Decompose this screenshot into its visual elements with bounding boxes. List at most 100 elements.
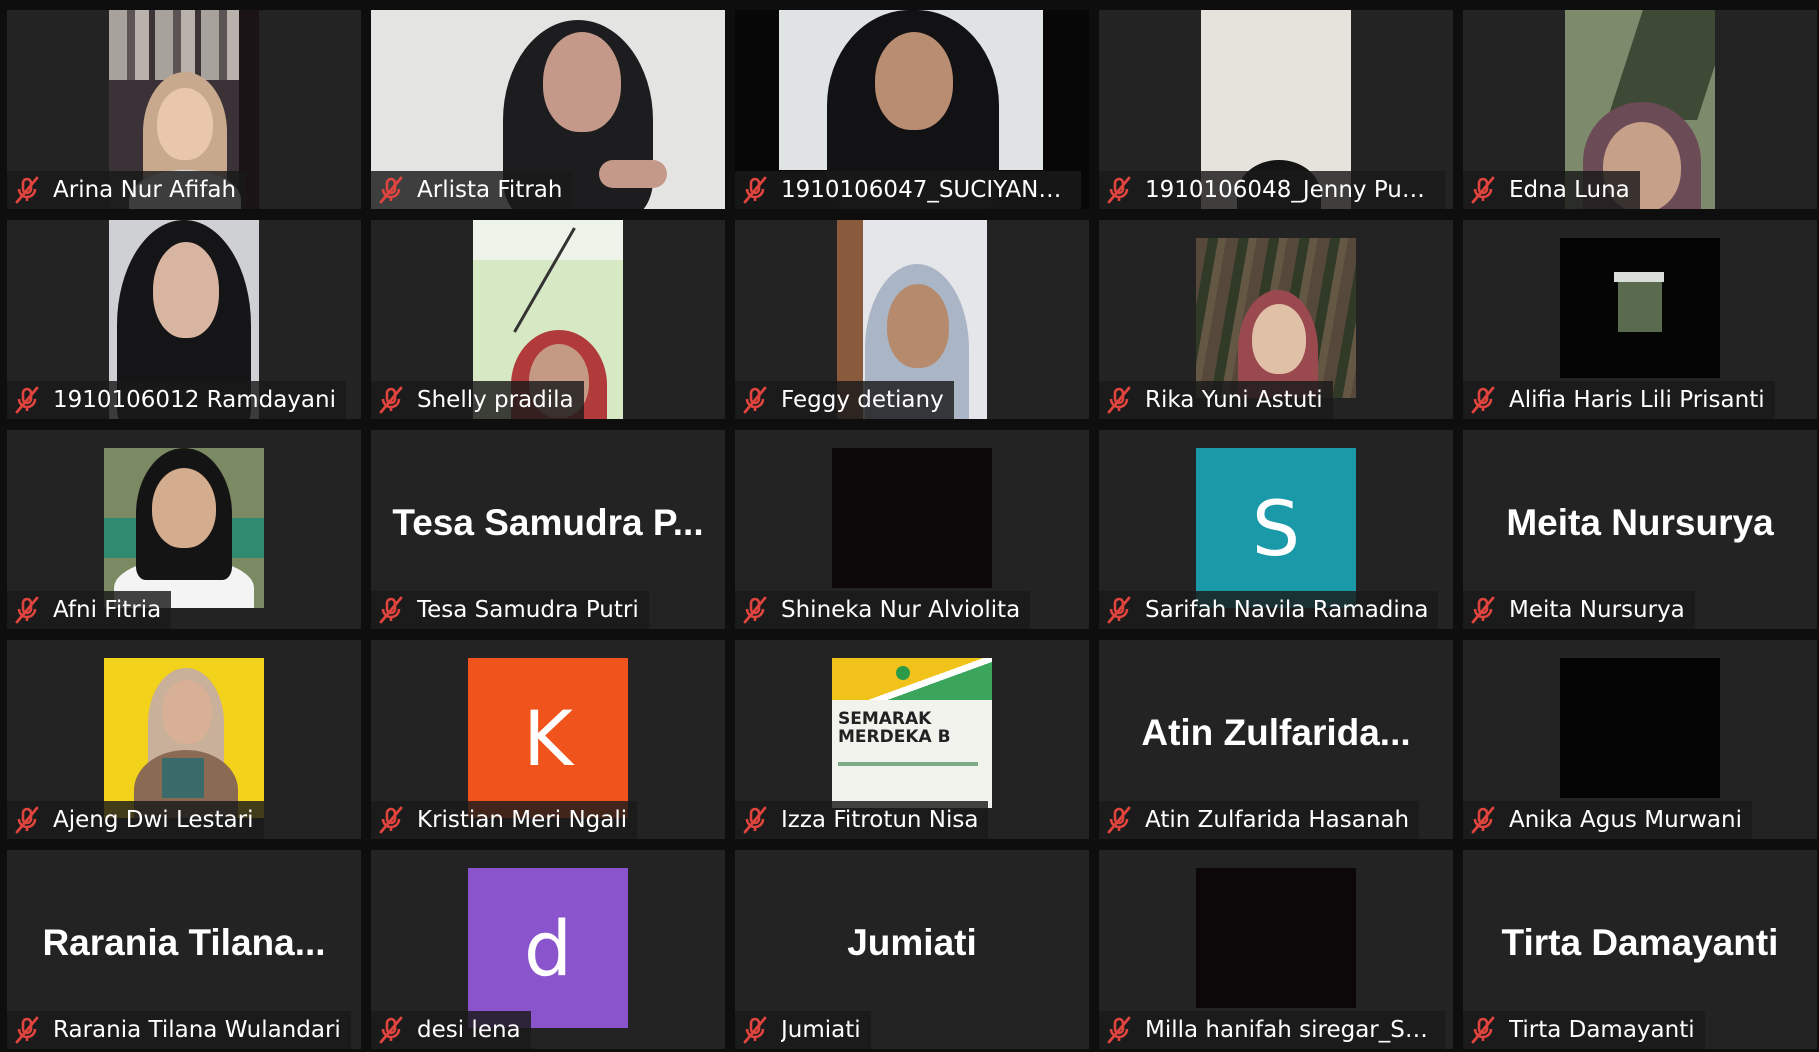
participant-name: Shineka Nur Alviolita bbox=[781, 597, 1021, 623]
participant-tile[interactable]: Feggy detiany bbox=[735, 220, 1089, 419]
microphone-muted-icon bbox=[1469, 806, 1497, 834]
participant-name-label: desi lena bbox=[371, 1011, 531, 1049]
microphone-muted-icon bbox=[741, 806, 769, 834]
participant-name-label: Edna Luna bbox=[1463, 171, 1640, 209]
participant-tile[interactable]: Meita Nursurya Meita Nursurya bbox=[1463, 430, 1817, 629]
participant-name: Milla hanifah siregar_S1 ... bbox=[1145, 1017, 1435, 1043]
participant-avatar: S bbox=[1196, 448, 1356, 608]
microphone-muted-icon bbox=[377, 386, 405, 414]
avatar-letter: S bbox=[1251, 483, 1301, 573]
participant-name-label: Shelly pradila bbox=[371, 381, 584, 419]
participant-name: Atin Zulfarida Hasanah bbox=[1145, 807, 1410, 833]
participant-tile[interactable]: Rika Yuni Astuti bbox=[1099, 220, 1453, 419]
microphone-muted-icon bbox=[13, 176, 41, 204]
participant-tile[interactable]: Tesa Samudra P... Tesa Samudra Putri bbox=[371, 430, 725, 629]
poster-banner bbox=[832, 658, 992, 700]
participant-name: Tirta Damayanti bbox=[1509, 1017, 1695, 1043]
participant-tile[interactable]: Alifia Haris Lili Prisanti bbox=[1463, 220, 1817, 419]
participant-name: Alifia Haris Lili Prisanti bbox=[1509, 387, 1765, 413]
microphone-muted-icon bbox=[377, 596, 405, 624]
participant-avatar: d bbox=[468, 868, 628, 1028]
participant-tile[interactable]: Edna Luna bbox=[1463, 10, 1817, 209]
participant-name: Rika Yuni Astuti bbox=[1145, 387, 1323, 413]
microphone-muted-icon bbox=[1469, 386, 1497, 414]
poster-text: SEMARAK MERDEKA B bbox=[838, 709, 951, 747]
participant-tile[interactable]: Milla hanifah siregar_S1 ... bbox=[1099, 850, 1453, 1049]
participant-tile[interactable]: S Sarifah Navila Ramadina bbox=[1099, 430, 1453, 629]
participant-video bbox=[1560, 658, 1720, 798]
participant-name-label: Anika Agus Murwani bbox=[1463, 801, 1752, 839]
participant-name: Meita Nursurya bbox=[1509, 597, 1685, 623]
participant-name: Edna Luna bbox=[1509, 177, 1630, 203]
participant-display-name: Rarania Tilana... bbox=[42, 922, 326, 963]
microphone-muted-icon bbox=[377, 1016, 405, 1044]
participant-name: Arlista Fitrah bbox=[417, 177, 563, 203]
participant-display-name: Atin Zulfarida... bbox=[1141, 712, 1411, 753]
participant-name: Ajeng Dwi Lestari bbox=[53, 807, 254, 833]
participant-tile[interactable]: SEMARAK MERDEKA B Izza Fitrotun Nisa bbox=[735, 640, 1089, 839]
participant-tile[interactable]: Jumiati Jumiati bbox=[735, 850, 1089, 1049]
participant-name: Rarania Tilana Wulandari bbox=[53, 1017, 341, 1043]
participant-tile[interactable]: Tirta Damayanti Tirta Damayanti bbox=[1463, 850, 1817, 1049]
microphone-muted-icon bbox=[741, 176, 769, 204]
microphone-muted-icon bbox=[1469, 596, 1497, 624]
participant-name-label: Rika Yuni Astuti bbox=[1099, 381, 1333, 419]
microphone-muted-icon bbox=[377, 806, 405, 834]
participant-name: desi lena bbox=[417, 1017, 521, 1043]
participant-name-label: Rarania Tilana Wulandari bbox=[7, 1011, 351, 1049]
participant-name-label: Arina Nur Afifah bbox=[7, 171, 247, 209]
video-gallery: Arina Nur Afifah Arlista Fitrah 19101060… bbox=[0, 0, 1819, 1052]
participant-tile[interactable]: Rarania Tilana... Rarania Tilana Wulanda… bbox=[7, 850, 361, 1049]
participant-tile[interactable]: Arlista Fitrah bbox=[371, 10, 725, 209]
participant-name: 1910106047_SUCIYANTI B... bbox=[781, 177, 1071, 203]
participant-tile[interactable]: Atin Zulfarida... Atin Zulfarida Hasanah bbox=[1099, 640, 1453, 839]
participant-tile[interactable]: Anika Agus Murwani bbox=[1463, 640, 1817, 839]
participant-tile[interactable]: Afni Fitria bbox=[7, 430, 361, 629]
participant-name: Shelly pradila bbox=[417, 387, 574, 413]
participant-name-label: Alifia Haris Lili Prisanti bbox=[1463, 381, 1775, 419]
participant-name-label: Tirta Damayanti bbox=[1463, 1011, 1705, 1049]
participant-tile[interactable]: 1910106012 Ramdayani bbox=[7, 220, 361, 419]
participant-tile[interactable]: 1910106047_SUCIYANTI B... bbox=[735, 10, 1089, 209]
participant-avatar: K bbox=[468, 658, 628, 818]
participant-name: 1910106048_Jenny Puspit... bbox=[1145, 177, 1435, 203]
microphone-muted-icon bbox=[1105, 386, 1133, 414]
participant-poster-image: SEMARAK MERDEKA B bbox=[832, 658, 992, 808]
participant-video bbox=[1196, 868, 1356, 1008]
microphone-muted-icon bbox=[1105, 596, 1133, 624]
participant-name-label: 1910106012 Ramdayani bbox=[7, 381, 346, 419]
participant-tile[interactable]: 1910106048_Jenny Puspit... bbox=[1099, 10, 1453, 209]
avatar-letter: d bbox=[523, 903, 573, 993]
participant-name-label: Arlista Fitrah bbox=[371, 171, 573, 209]
participant-tile[interactable]: Shineka Nur Alviolita bbox=[735, 430, 1089, 629]
microphone-muted-icon bbox=[741, 596, 769, 624]
participant-name-label: Atin Zulfarida Hasanah bbox=[1099, 801, 1420, 839]
microphone-muted-icon bbox=[13, 1016, 41, 1044]
participant-tile[interactable]: K Kristian Meri Ngali bbox=[371, 640, 725, 839]
participant-tile[interactable]: Shelly pradila bbox=[371, 220, 725, 419]
participant-name-label: Tesa Samudra Putri bbox=[371, 591, 649, 629]
participant-name: Feggy detiany bbox=[781, 387, 944, 413]
participant-tile[interactable]: Arina Nur Afifah bbox=[7, 10, 361, 209]
participant-name-label: Sarifah Navila Ramadina bbox=[1099, 591, 1439, 629]
microphone-muted-icon bbox=[1105, 1016, 1133, 1044]
microphone-muted-icon bbox=[13, 806, 41, 834]
participant-name-label: Milla hanifah siregar_S1 ... bbox=[1099, 1011, 1445, 1049]
microphone-muted-icon bbox=[741, 386, 769, 414]
participant-video bbox=[104, 448, 264, 608]
participant-name-label: Meita Nursurya bbox=[1463, 591, 1695, 629]
microphone-muted-icon bbox=[1105, 806, 1133, 834]
participant-tile[interactable]: Ajeng Dwi Lestari bbox=[7, 640, 361, 839]
participant-name-label: Izza Fitrotun Nisa bbox=[735, 801, 989, 839]
participant-video bbox=[832, 448, 992, 588]
microphone-muted-icon bbox=[1469, 176, 1497, 204]
participant-display-name: Tirta Damayanti bbox=[1501, 922, 1779, 963]
participant-name: Anika Agus Murwani bbox=[1509, 807, 1742, 833]
participant-name: Jumiati bbox=[781, 1017, 861, 1043]
participant-tile[interactable]: d desi lena bbox=[371, 850, 725, 1049]
participant-name-label: Ajeng Dwi Lestari bbox=[7, 801, 264, 839]
microphone-muted-icon bbox=[13, 386, 41, 414]
participant-video bbox=[1560, 238, 1720, 378]
participant-name-label: Kristian Meri Ngali bbox=[371, 801, 638, 839]
university-logo-icon bbox=[896, 666, 910, 680]
